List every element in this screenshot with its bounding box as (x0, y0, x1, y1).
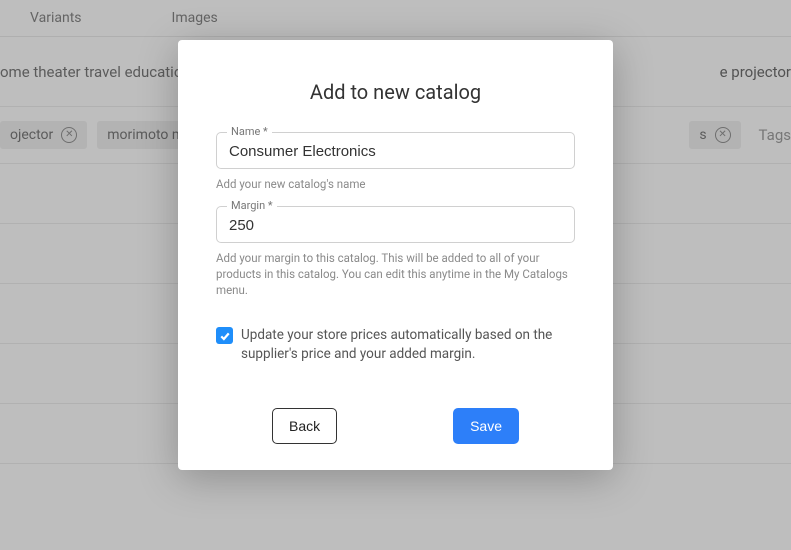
modal-buttons: Back Save (216, 408, 575, 444)
save-button[interactable]: Save (453, 408, 519, 444)
name-label: Name * (227, 125, 272, 138)
margin-input[interactable] (229, 217, 562, 234)
margin-field[interactable]: Margin * (216, 206, 575, 243)
check-icon (219, 330, 231, 342)
back-button[interactable]: Back (272, 408, 337, 444)
margin-label: Margin * (227, 199, 277, 212)
name-input[interactable] (229, 143, 562, 160)
modal-title: Add to new catalog (216, 80, 575, 104)
name-hint: Add your new catalog's name (216, 176, 575, 192)
margin-field-wrap: Margin * Add your margin to this catalog… (216, 206, 575, 298)
auto-update-row[interactable]: Update your store prices automatically b… (216, 326, 575, 364)
name-field[interactable]: Name * (216, 132, 575, 169)
margin-hint: Add your margin to this catalog. This wi… (216, 250, 575, 298)
name-field-wrap: Name * Add your new catalog's name (216, 132, 575, 192)
add-catalog-modal: Add to new catalog Name * Add your new c… (178, 40, 613, 470)
auto-update-label: Update your store prices automatically b… (241, 326, 575, 364)
auto-update-checkbox[interactable] (216, 327, 233, 344)
